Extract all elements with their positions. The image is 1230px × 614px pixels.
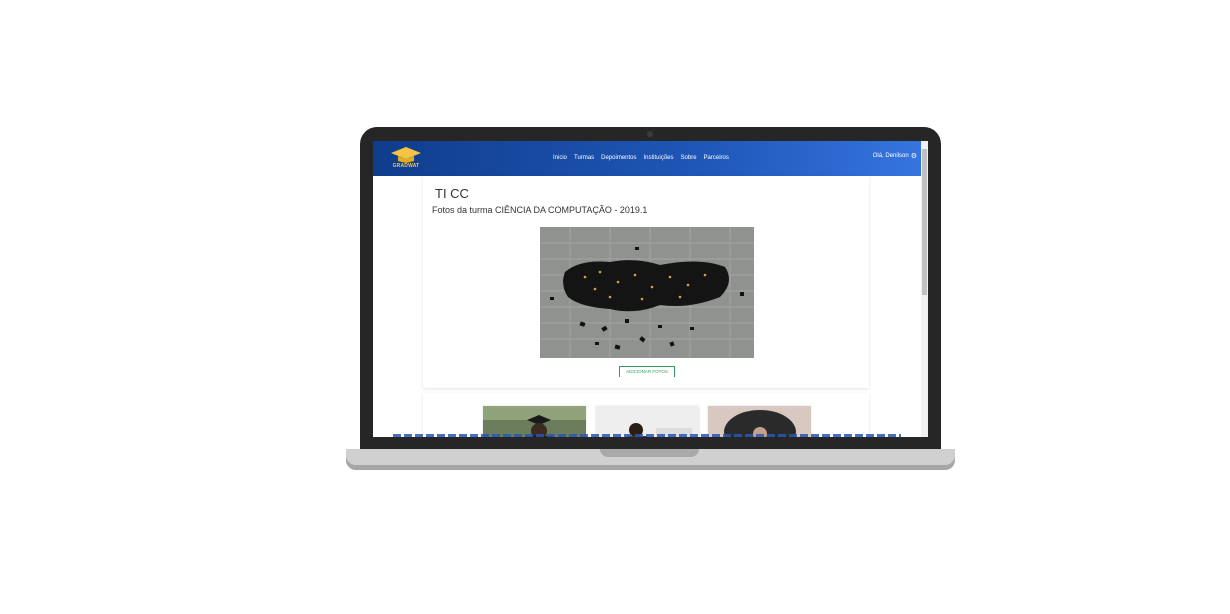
- gallery-photo-2[interactable]: [596, 406, 699, 437]
- nav-link-parceiros[interactable]: Parceiros: [704, 155, 729, 165]
- class-photo-card: TI CC Fotos da turma CIÊNCIA DA COMPUTAÇ…: [423, 176, 869, 388]
- add-photos-button[interactable]: ADICIONAR FOTOS: [619, 366, 675, 377]
- logo-text: GRADWAT: [392, 163, 420, 169]
- gallery-photo-1[interactable]: [483, 406, 586, 437]
- camera-icon: [647, 131, 653, 137]
- graduation-cap-icon: [391, 147, 421, 163]
- footer-strip: [393, 434, 901, 437]
- laptop-frame: GRADWAT Inicio Turmas Depoimentos Instit…: [360, 127, 941, 450]
- class-photo: [540, 227, 754, 358]
- laptop-base: [346, 449, 955, 470]
- scrollbar-thumb[interactable]: [922, 149, 927, 295]
- gear-icon: ⚙: [910, 153, 917, 160]
- laptop-notch: [600, 449, 699, 457]
- site-logo[interactable]: GRADWAT: [389, 146, 423, 172]
- user-menu[interactable]: Olá, Denilson ⚙: [873, 152, 917, 160]
- vertical-scrollbar[interactable]: [921, 141, 928, 437]
- nav-link-inicio[interactable]: Inicio: [553, 155, 567, 165]
- browser-viewport: GRADWAT Inicio Turmas Depoimentos Instit…: [373, 141, 928, 437]
- nav-link-turmas[interactable]: Turmas: [574, 155, 594, 165]
- nav-links: Inicio Turmas Depoimentos Instituições S…: [553, 155, 729, 165]
- photo-gallery: [423, 393, 869, 437]
- nav-link-instituicoes[interactable]: Instituições: [644, 155, 674, 165]
- navbar: GRADWAT Inicio Turmas Depoimentos Instit…: [373, 141, 921, 176]
- user-greeting: Olá, Denilson: [872, 153, 909, 159]
- gallery-photo-3[interactable]: [708, 406, 811, 437]
- page-title: TI CC: [435, 186, 469, 201]
- nav-link-depoimentos[interactable]: Depoimentos: [601, 155, 636, 165]
- page-subtitle: Fotos da turma CIÊNCIA DA COMPUTAÇÃO - 2…: [432, 205, 648, 215]
- nav-link-sobre[interactable]: Sobre: [681, 155, 697, 165]
